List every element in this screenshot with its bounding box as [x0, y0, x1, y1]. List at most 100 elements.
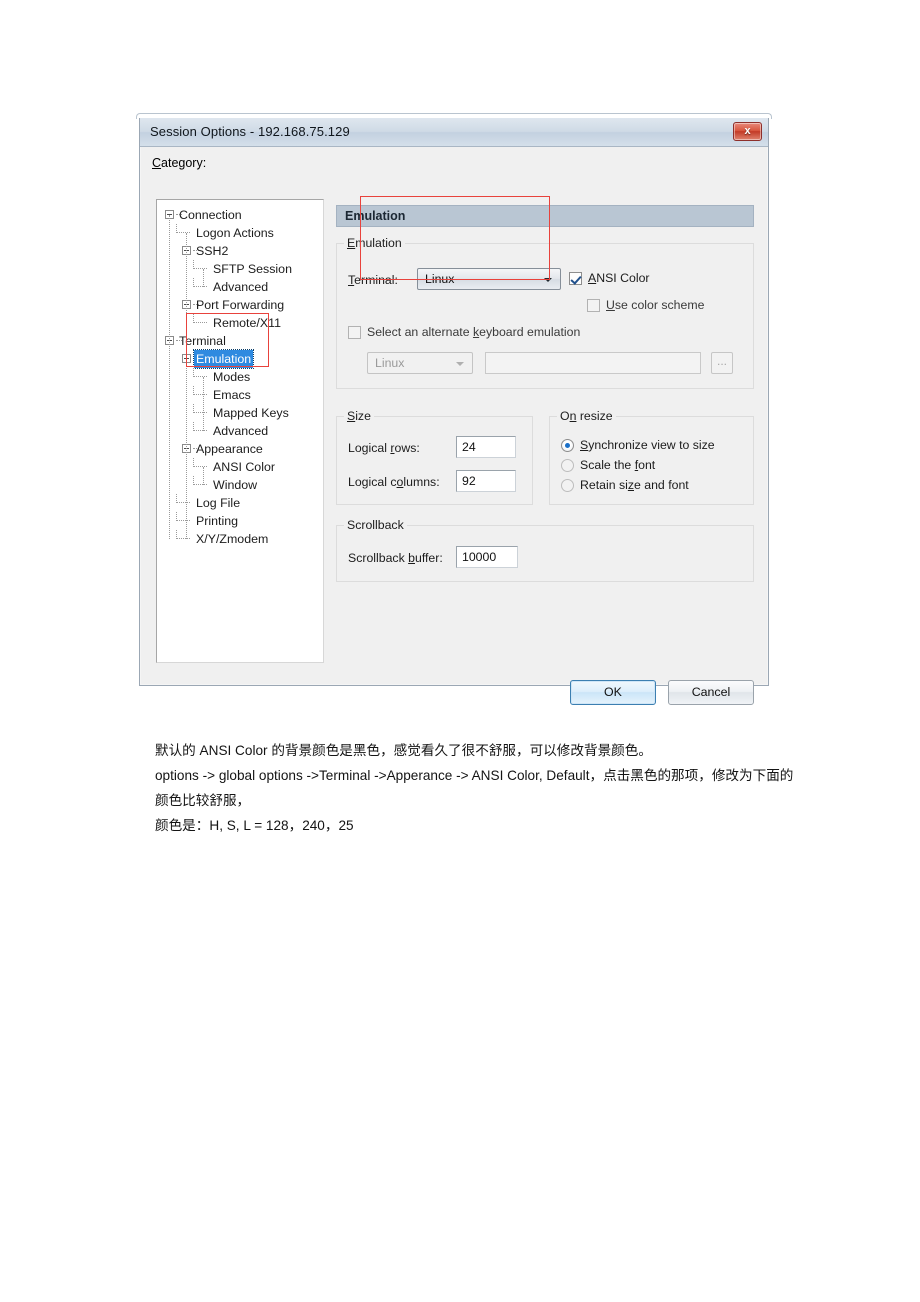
alt-keyboard-select[interactable]: Linux — [367, 352, 473, 374]
tree-connector — [193, 412, 207, 413]
pane-header: Emulation — [336, 205, 754, 227]
tree-connector — [193, 394, 207, 395]
tree-item-modes[interactable]: Modes — [157, 368, 323, 386]
terminal-select[interactable]: Linux — [417, 268, 561, 290]
tree-item-appearance[interactable]: Appearance — [157, 440, 323, 458]
tree-item-ssh2[interactable]: SSH2 — [157, 242, 323, 260]
tree-item-emacs[interactable]: Emacs — [157, 386, 323, 404]
tree-guide-line — [203, 377, 204, 431]
size-group-title: Size — [344, 409, 374, 423]
emulation-group-title: Emulation — [344, 236, 405, 250]
tree-connector-vertical — [176, 530, 177, 539]
tree-connector-vertical — [193, 476, 194, 485]
tree-item-emulation[interactable]: Emulation — [157, 349, 323, 369]
tree-guide-line — [169, 215, 170, 539]
ansi-color-checkbox[interactable]: ANSI Color — [569, 271, 650, 285]
tree-item-x-y-zmodem[interactable]: X/Y/Zmodem — [157, 530, 323, 548]
tree-connector — [193, 484, 207, 485]
tree-item-label: Appearance — [196, 442, 263, 456]
tree-connector-vertical — [176, 494, 177, 503]
radio-scale-font[interactable]: Scale the font — [561, 458, 655, 472]
tree-item-label: Terminal — [179, 334, 226, 348]
logical-columns-label: Logical columns: — [348, 475, 440, 489]
tree-item-remote-x11[interactable]: Remote/X11 — [157, 314, 323, 332]
tree-item-label: SFTP Session — [213, 262, 292, 276]
tree-item-label: Advanced — [213, 424, 269, 438]
scrollback-group-title: Scrollback — [344, 518, 407, 532]
tree-connector-vertical — [193, 314, 194, 323]
chevron-down-icon — [544, 278, 552, 282]
tree-guide-line — [186, 359, 187, 539]
tree-item-label: Printing — [196, 514, 239, 528]
tree-item-label: Connection — [179, 208, 242, 222]
tree-item-port-forwarding[interactable]: Port Forwarding — [157, 296, 323, 314]
tree-connector-vertical — [193, 458, 194, 467]
tree-item-terminal[interactable]: Terminal — [157, 332, 323, 350]
tree-connector — [193, 430, 207, 431]
tree-item-sftp-session[interactable]: SFTP Session — [157, 260, 323, 278]
alt-keyboard-label: Select an alternate keyboard emulation — [367, 325, 581, 339]
ansi-color-label: ANSI Color — [588, 271, 650, 285]
tree-connector — [193, 376, 207, 377]
chevron-down-icon — [456, 362, 464, 366]
page-root: Session Options - 192.168.75.129 x Categ… — [0, 0, 920, 1302]
size-groupbox: Size Logical rows: 24 Logical columns: 9… — [336, 409, 533, 505]
tree-item-label: Port Forwarding — [196, 298, 285, 312]
tree-connector — [193, 322, 207, 323]
title-bar[interactable]: Session Options - 192.168.75.129 x — [140, 118, 768, 147]
tree-item-advanced[interactable]: Advanced — [157, 422, 323, 440]
tree-connector-vertical — [193, 278, 194, 287]
alt-keyboard-path-input[interactable] — [485, 352, 701, 374]
use-color-scheme-label: Use color scheme — [606, 298, 705, 312]
on-resize-group-title: On resize — [557, 409, 616, 423]
category-tree[interactable]: Connection Logon Actions SSH2 SFTP Session A… — [156, 199, 324, 663]
logical-columns-input[interactable]: 92 — [456, 470, 516, 492]
tree-connector-vertical — [176, 512, 177, 521]
alt-keyboard-checkbox-box — [348, 326, 361, 339]
ok-button[interactable]: OK — [570, 680, 656, 705]
radio-synchronize-view[interactable]: Synchronize view to size — [561, 438, 715, 452]
tree-item-log-file[interactable]: Log File — [157, 494, 323, 512]
use-color-scheme-checkbox[interactable]: Use color scheme — [587, 298, 704, 312]
dialog-body: Category: Connection Logon Actions SSH2 SFT… — [140, 147, 768, 705]
on-resize-groupbox: On resize Synchronize view to size Scale… — [549, 409, 754, 505]
cancel-button[interactable]: Cancel — [668, 680, 754, 705]
tree-item-printing[interactable]: Printing — [157, 512, 323, 530]
logical-rows-input[interactable]: 24 — [456, 436, 516, 458]
radio-retain-size-font[interactable]: Retain size and font — [561, 478, 689, 492]
tree-connector-vertical — [193, 422, 194, 431]
tree-connector — [176, 520, 190, 521]
close-icon[interactable]: x — [733, 122, 762, 141]
tree-item-mapped-keys[interactable]: Mapped Keys — [157, 404, 323, 422]
radio-scale-font-circle — [561, 459, 574, 472]
caption-line-1: 默认的 ANSI Color 的背景颜色是黑色，感觉看久了很不舒服，可以修改背景… — [155, 743, 652, 758]
tree-item-label: ANSI Color — [213, 460, 275, 474]
tree-item-connection[interactable]: Connection — [157, 206, 323, 224]
tree-connector — [193, 286, 207, 287]
terminal-label: Terminal: — [348, 273, 398, 287]
tree-item-label: Emacs — [213, 388, 251, 402]
tree-connector-vertical — [193, 404, 194, 413]
caption-text: 默认的 ANSI Color 的背景颜色是黑色，感觉看久了很不舒服，可以修改背景… — [155, 738, 795, 838]
tree-item-advanced[interactable]: Advanced — [157, 278, 323, 296]
scrollback-groupbox: Scrollback Scrollback buffer: 10000 — [336, 518, 754, 582]
radio-synchronize-view-label: Synchronize view to size — [580, 438, 715, 452]
tree-connector — [193, 268, 207, 269]
caption-line-3: 颜色是：H, S, L = 128，240，25 — [155, 818, 354, 833]
tree-item-ansi-color[interactable]: ANSI Color — [157, 458, 323, 476]
tree-item-label: Remote/X11 — [213, 316, 281, 330]
emulation-groupbox: Emulation Terminal: Linux ANSI Color Use… — [336, 236, 754, 389]
tree-item-window[interactable]: Window — [157, 476, 323, 494]
tree-item-label: Window — [213, 478, 258, 492]
tree-item-label: Modes — [213, 370, 251, 384]
tree-guide-line — [186, 233, 187, 323]
terminal-select-value: Linux — [425, 272, 455, 286]
alt-keyboard-checkbox[interactable]: Select an alternate keyboard emulation — [348, 325, 580, 339]
browse-button[interactable]: ... — [711, 352, 733, 374]
tree-item-label: Log File — [196, 496, 241, 510]
use-color-scheme-checkbox-box — [587, 299, 600, 312]
tree-item-logon-actions[interactable]: Logon Actions — [157, 224, 323, 242]
scrollback-buffer-input[interactable]: 10000 — [456, 546, 518, 568]
tree-connector-vertical — [193, 386, 194, 395]
radio-scale-font-label: Scale the font — [580, 458, 656, 472]
